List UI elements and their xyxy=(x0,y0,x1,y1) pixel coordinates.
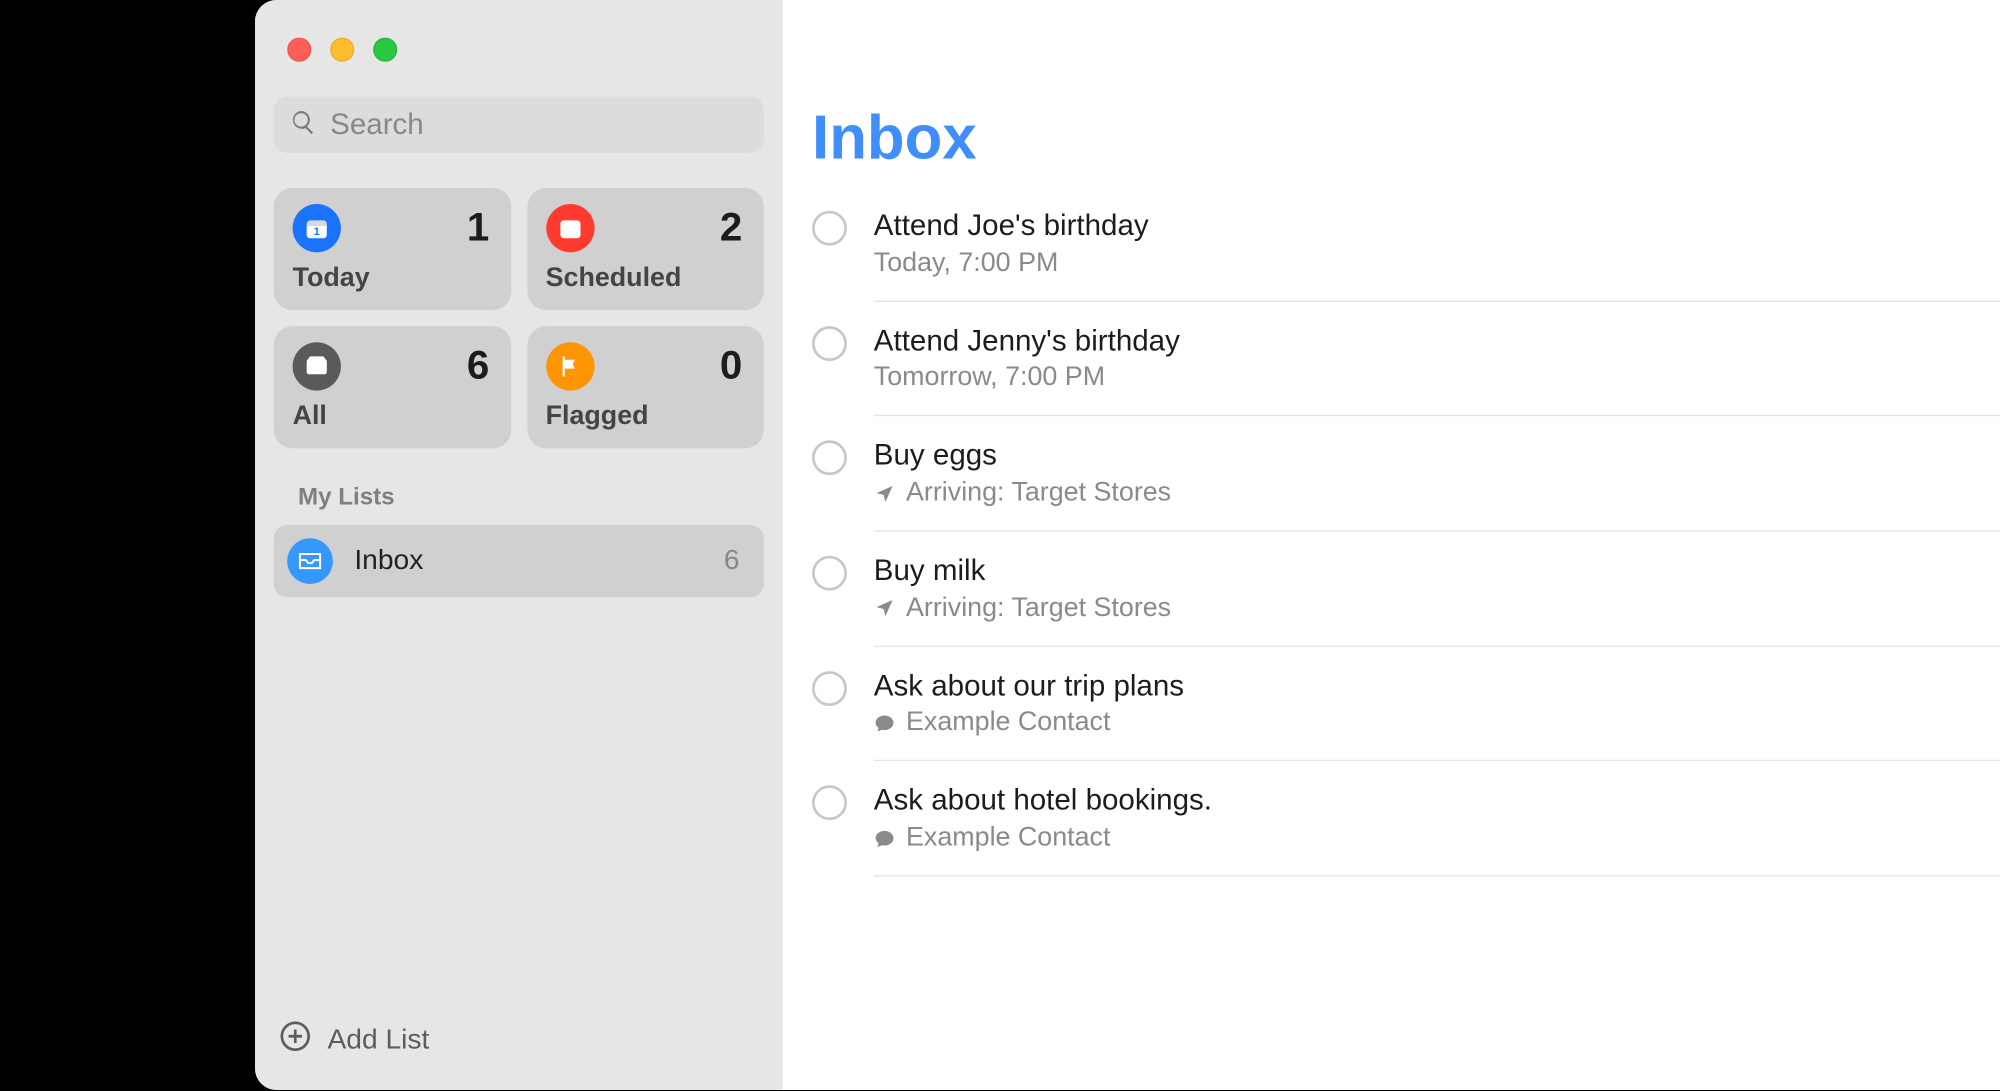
chat-icon xyxy=(874,713,895,734)
svg-text:1: 1 xyxy=(314,226,320,238)
reminder-body: Attend Jenny's birthday Tomorrow, 7:00 P… xyxy=(874,320,2000,416)
zoom-window-button[interactable] xyxy=(373,38,397,62)
minimize-window-button[interactable] xyxy=(330,38,354,62)
smart-list-all[interactable]: 6 All xyxy=(274,326,511,448)
reminder-title: Attend Joe's birthday xyxy=(874,205,2000,245)
reminder-item[interactable]: Ask about hotel bookings. Example Contac… xyxy=(812,780,2000,895)
reminder-title: Buy milk xyxy=(874,550,2000,590)
location-icon xyxy=(874,483,895,504)
reminder-item[interactable]: Buy eggs Arriving: Target Stores xyxy=(812,435,2000,550)
complete-toggle[interactable] xyxy=(812,211,847,246)
smart-list-flagged[interactable]: 0 Flagged xyxy=(527,326,764,448)
user-lists: Inbox 6 xyxy=(255,511,783,597)
list-name: Inbox xyxy=(354,545,702,577)
window-controls xyxy=(255,0,783,62)
complete-toggle[interactable] xyxy=(812,671,847,706)
reminder-subtitle: Example Contact xyxy=(874,705,2000,741)
reminder-subtitle: Arriving: Target Stores xyxy=(874,475,2000,511)
smart-list-count: 2 xyxy=(720,205,742,251)
reminder-body: Ask about our trip plans Example Contact xyxy=(874,665,2000,761)
reminder-item[interactable]: Ask about our trip plans Example Contact xyxy=(812,665,2000,780)
reminder-body: Buy eggs Arriving: Target Stores xyxy=(874,435,2000,531)
reminder-body: Attend Joe's birthday Today, 7:00 PM xyxy=(874,205,2000,301)
smart-list-count: 0 xyxy=(720,344,742,390)
complete-toggle[interactable] xyxy=(812,326,847,361)
add-list-label: Add List xyxy=(327,1024,429,1056)
list-title: Inbox xyxy=(812,101,977,173)
smart-list-label: Scheduled xyxy=(546,263,743,294)
list-count: 6 xyxy=(724,545,740,577)
location-icon xyxy=(874,598,895,619)
flag-icon xyxy=(546,342,594,390)
inbox-icon xyxy=(287,538,333,584)
smart-list-count: 6 xyxy=(467,344,489,390)
my-lists-header: My Lists xyxy=(255,448,783,511)
close-window-button[interactable] xyxy=(287,38,311,62)
reminder-body: Buy milk Arriving: Target Stores xyxy=(874,550,2000,646)
reminder-title: Attend Jenny's birthday xyxy=(874,320,2000,360)
reminder-item[interactable]: Attend Jenny's birthday Tomorrow, 7:00 P… xyxy=(812,320,2000,435)
search-input[interactable] xyxy=(330,107,747,142)
list-header: Inbox 6 xyxy=(783,71,2000,173)
complete-toggle[interactable] xyxy=(812,786,847,821)
sidebar: 1 1 Today 2 Scheduled xyxy=(255,0,783,1090)
complete-toggle[interactable] xyxy=(812,441,847,476)
list-row-inbox[interactable]: Inbox 6 xyxy=(274,525,764,597)
smart-lists-grid: 1 1 Today 2 Scheduled xyxy=(255,153,783,448)
reminder-subtitle: Arriving: Target Stores xyxy=(874,590,2000,626)
reminder-subtitle: Tomorrow, 7:00 PM xyxy=(874,360,2000,396)
add-list-button[interactable]: Add List xyxy=(255,1020,783,1090)
smart-list-count: 1 xyxy=(467,205,489,251)
reminder-item[interactable]: Attend Joe's birthday Today, 7:00 PM xyxy=(812,205,2000,320)
reminder-subtitle: Example Contact xyxy=(874,820,2000,856)
tray-icon xyxy=(293,342,341,390)
reminder-body: Ask about hotel bookings. Example Contac… xyxy=(874,780,2000,876)
reminders-list: Attend Joe's birthday Today, 7:00 PM Att… xyxy=(783,173,2000,895)
reminder-item[interactable]: Buy milk Arriving: Target Stores xyxy=(812,550,2000,665)
smart-list-today[interactable]: 1 1 Today xyxy=(274,188,511,310)
smart-list-label: Flagged xyxy=(546,401,743,432)
calendar-icon xyxy=(546,204,594,252)
search-icon xyxy=(290,108,317,142)
app-window: 1 1 Today 2 Scheduled xyxy=(255,0,2000,1090)
complete-toggle[interactable] xyxy=(812,556,847,591)
chat-icon xyxy=(874,828,895,849)
smart-list-label: Today xyxy=(293,263,490,294)
reminder-title: Ask about our trip plans xyxy=(874,665,2000,705)
search-field[interactable] xyxy=(274,97,764,153)
reminder-title: Buy eggs xyxy=(874,435,2000,475)
main-content: Inbox 6 Attend Joe's birthday Today, 7:0… xyxy=(783,0,2000,1090)
calendar-day-icon: 1 xyxy=(293,204,341,252)
reminder-subtitle: Today, 7:00 PM xyxy=(874,245,2000,281)
smart-list-scheduled[interactable]: 2 Scheduled xyxy=(527,188,764,310)
smart-list-label: All xyxy=(293,401,490,432)
reminder-title: Ask about hotel bookings. xyxy=(874,780,2000,820)
plus-circle-icon xyxy=(279,1020,311,1060)
